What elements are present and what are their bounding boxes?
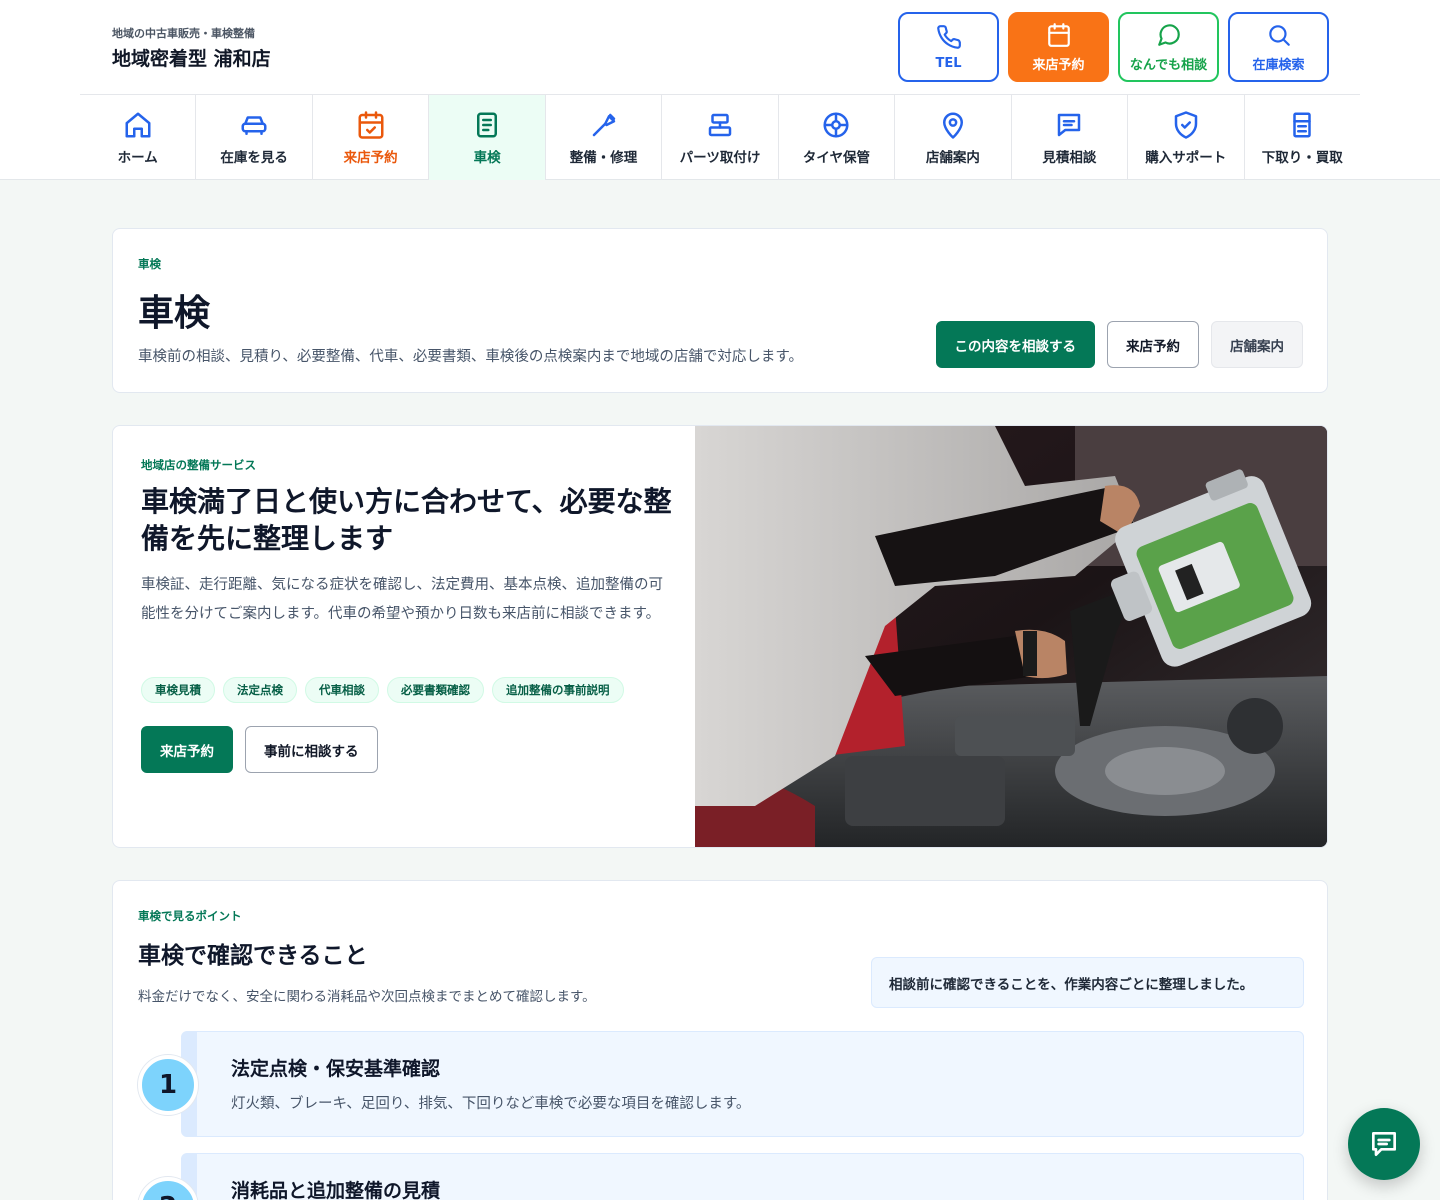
nav-label: パーツ取付け — [679, 149, 761, 166]
document-icon — [477, 112, 498, 137]
page-header-card: 車検 車検 車検前の相談、見積り、必要整備、代車、必要書類、車検後の点検案内まで… — [112, 228, 1328, 393]
brand-tagline: 地域の中古車販売・車検整備 — [112, 27, 255, 40]
step-description: 灯火類、ブレーキ、足回り、排気、下回りなど車検で必要な項目を確認します。 — [231, 1096, 751, 1112]
nav-item-store[interactable]: 店舗案内 — [895, 95, 1012, 180]
points-lead: 料金だけでなく、安全に関わる消耗品や次回点検までまとめて確認します。 — [138, 989, 596, 1005]
feature-buttons: 来店予約 事前に相談する — [141, 726, 378, 773]
stock-search-button[interactable]: 在庫検索 — [1228, 12, 1329, 82]
consult-label: なんでも相談 — [1129, 57, 1208, 73]
points-card: 車検で見るポイント 車検で確認できること 料金だけでなく、安全に関わる消耗品や次… — [112, 880, 1328, 1200]
brand-title[interactable]: 地域密着型 浦和店 — [112, 44, 271, 71]
nav-item-home[interactable]: ホーム — [80, 95, 197, 180]
shield-check-icon — [1174, 110, 1198, 139]
step-item: 法定点検・保安基準確認 灯火類、ブレーキ、足回り、排気、下回りなど車検で必要な項… — [181, 1031, 1304, 1137]
points-eyebrow: 車検で見るポイント — [138, 909, 242, 923]
header-actions: TEL 来店予約 なんでも相談 在庫検索 — [898, 12, 1329, 82]
calendar-icon — [1047, 22, 1070, 47]
feature-consult-button[interactable]: 事前に相談する — [245, 726, 378, 773]
consult-button[interactable]: なんでも相談 — [1118, 12, 1219, 82]
feature-body: 車検証、走行距離、気になる症状を確認し、法定費用、基本点検、追加整備の可能性を分… — [141, 577, 663, 622]
reserve-label: 来店予約 — [1032, 57, 1085, 73]
page-description: 車検前の相談、見積り、必要整備、代車、必要書類、車検後の点検案内まで地域の店舗で… — [138, 349, 803, 365]
nav-label: 整備・修理 — [569, 149, 638, 166]
step-title: 法定点検・保安基準確認 — [231, 1058, 441, 1080]
feature-reserve-button[interactable]: 来店予約 — [141, 726, 233, 773]
nav-item-stock[interactable]: 在庫を見る — [196, 95, 313, 180]
calendar-check-icon — [358, 110, 384, 139]
points-title: 車検で確認できること — [138, 943, 368, 969]
phone-icon — [936, 24, 961, 49]
feature-title: 車検満了日と使い方に合わせて、必要な整備を先に整理します — [141, 485, 672, 555]
step-item: 消耗品と追加整備の見積 — [181, 1153, 1304, 1200]
consult-content-button[interactable]: この内容を相談する — [935, 321, 1095, 368]
nav-label: 来店予約 — [343, 149, 398, 166]
nav-label: 見積相談 — [1042, 149, 1097, 166]
floating-chat-button[interactable] — [1348, 1108, 1420, 1180]
nav-label: 店舗案内 — [925, 149, 980, 166]
feature-tags: 車検見積 法定点検 代車相談 必要書類確認 追加整備の事前説明 — [141, 677, 624, 703]
reserve-visit-button[interactable]: 来店予約 — [1107, 321, 1199, 368]
map-pin-icon — [942, 112, 963, 139]
feature-eyebrow: 地域店の整備サービス — [141, 458, 256, 472]
page-title: 車検 — [138, 293, 211, 334]
step-number: 1 — [138, 1055, 198, 1115]
site-header: 地域の中古車販売・車検整備 地域密着型 浦和店 TEL 来店予約 なんでも相談 … — [0, 0, 1440, 180]
nav-label: ホーム — [117, 149, 158, 166]
nav-label: タイヤ保管 — [802, 149, 870, 166]
step-title: 消耗品と追加整備の見積 — [231, 1180, 441, 1200]
tool-icon — [592, 113, 615, 136]
nav-item-reserve[interactable]: 来店予約 — [313, 95, 430, 180]
tag: 車検見積 — [141, 677, 215, 703]
points-note: 相談前に確認できることを、作業内容ごとに整理しました。 — [871, 957, 1304, 1008]
nav-label: 購入サポート — [1145, 149, 1227, 166]
nav-item-tradein[interactable]: 下取り・買取 — [1245, 95, 1360, 180]
car-icon — [241, 115, 267, 135]
nav-label: 在庫を見る — [220, 149, 288, 166]
nav-item-parts[interactable]: パーツ取付け — [662, 95, 779, 180]
parts-icon — [708, 113, 732, 136]
tel-button[interactable]: TEL — [898, 12, 999, 82]
chat-icon — [1157, 23, 1180, 46]
nav-item-repair[interactable]: 整備・修理 — [546, 95, 663, 180]
nav-item-support[interactable]: 購入サポート — [1128, 95, 1245, 180]
stock-search-label: 在庫検索 — [1252, 57, 1305, 73]
tag: 法定点検 — [223, 677, 297, 703]
tag: 追加整備の事前説明 — [492, 677, 624, 703]
nav-item-inspection[interactable]: 車検 — [429, 95, 546, 180]
tel-label: TEL — [935, 55, 962, 71]
search-icon — [1268, 24, 1290, 46]
chat-bubble-icon — [1372, 1132, 1396, 1156]
feature-card: 地域店の整備サービス 車検満了日と使い方に合わせて、必要な整備を先に整理します … — [112, 425, 1328, 848]
page-header-buttons: この内容を相談する 来店予約 店舗案内 — [935, 321, 1303, 368]
breadcrumb: 車検 — [138, 257, 161, 271]
store-info-button[interactable]: 店舗案内 — [1211, 321, 1303, 368]
nav-item-tire[interactable]: タイヤ保管 — [779, 95, 896, 180]
tag: 代車相談 — [305, 677, 379, 703]
mechanic-photo — [695, 426, 1327, 847]
home-icon — [125, 112, 151, 137]
reserve-button[interactable]: 来店予約 — [1008, 12, 1109, 82]
receipt-icon — [1293, 112, 1311, 137]
nav-item-estimate[interactable]: 見積相談 — [1012, 95, 1129, 180]
nav-label: 車検 — [473, 149, 501, 166]
tag: 必要書類確認 — [387, 677, 484, 703]
nav-label: 下取り・買取 — [1261, 149, 1343, 166]
main-nav: ホーム 在庫を見る 来店予約 車検 整備・修理 パーツ取付け タイヤ保管 店舗案… — [80, 94, 1360, 180]
tire-icon — [823, 112, 849, 137]
message-icon — [1058, 113, 1081, 136]
